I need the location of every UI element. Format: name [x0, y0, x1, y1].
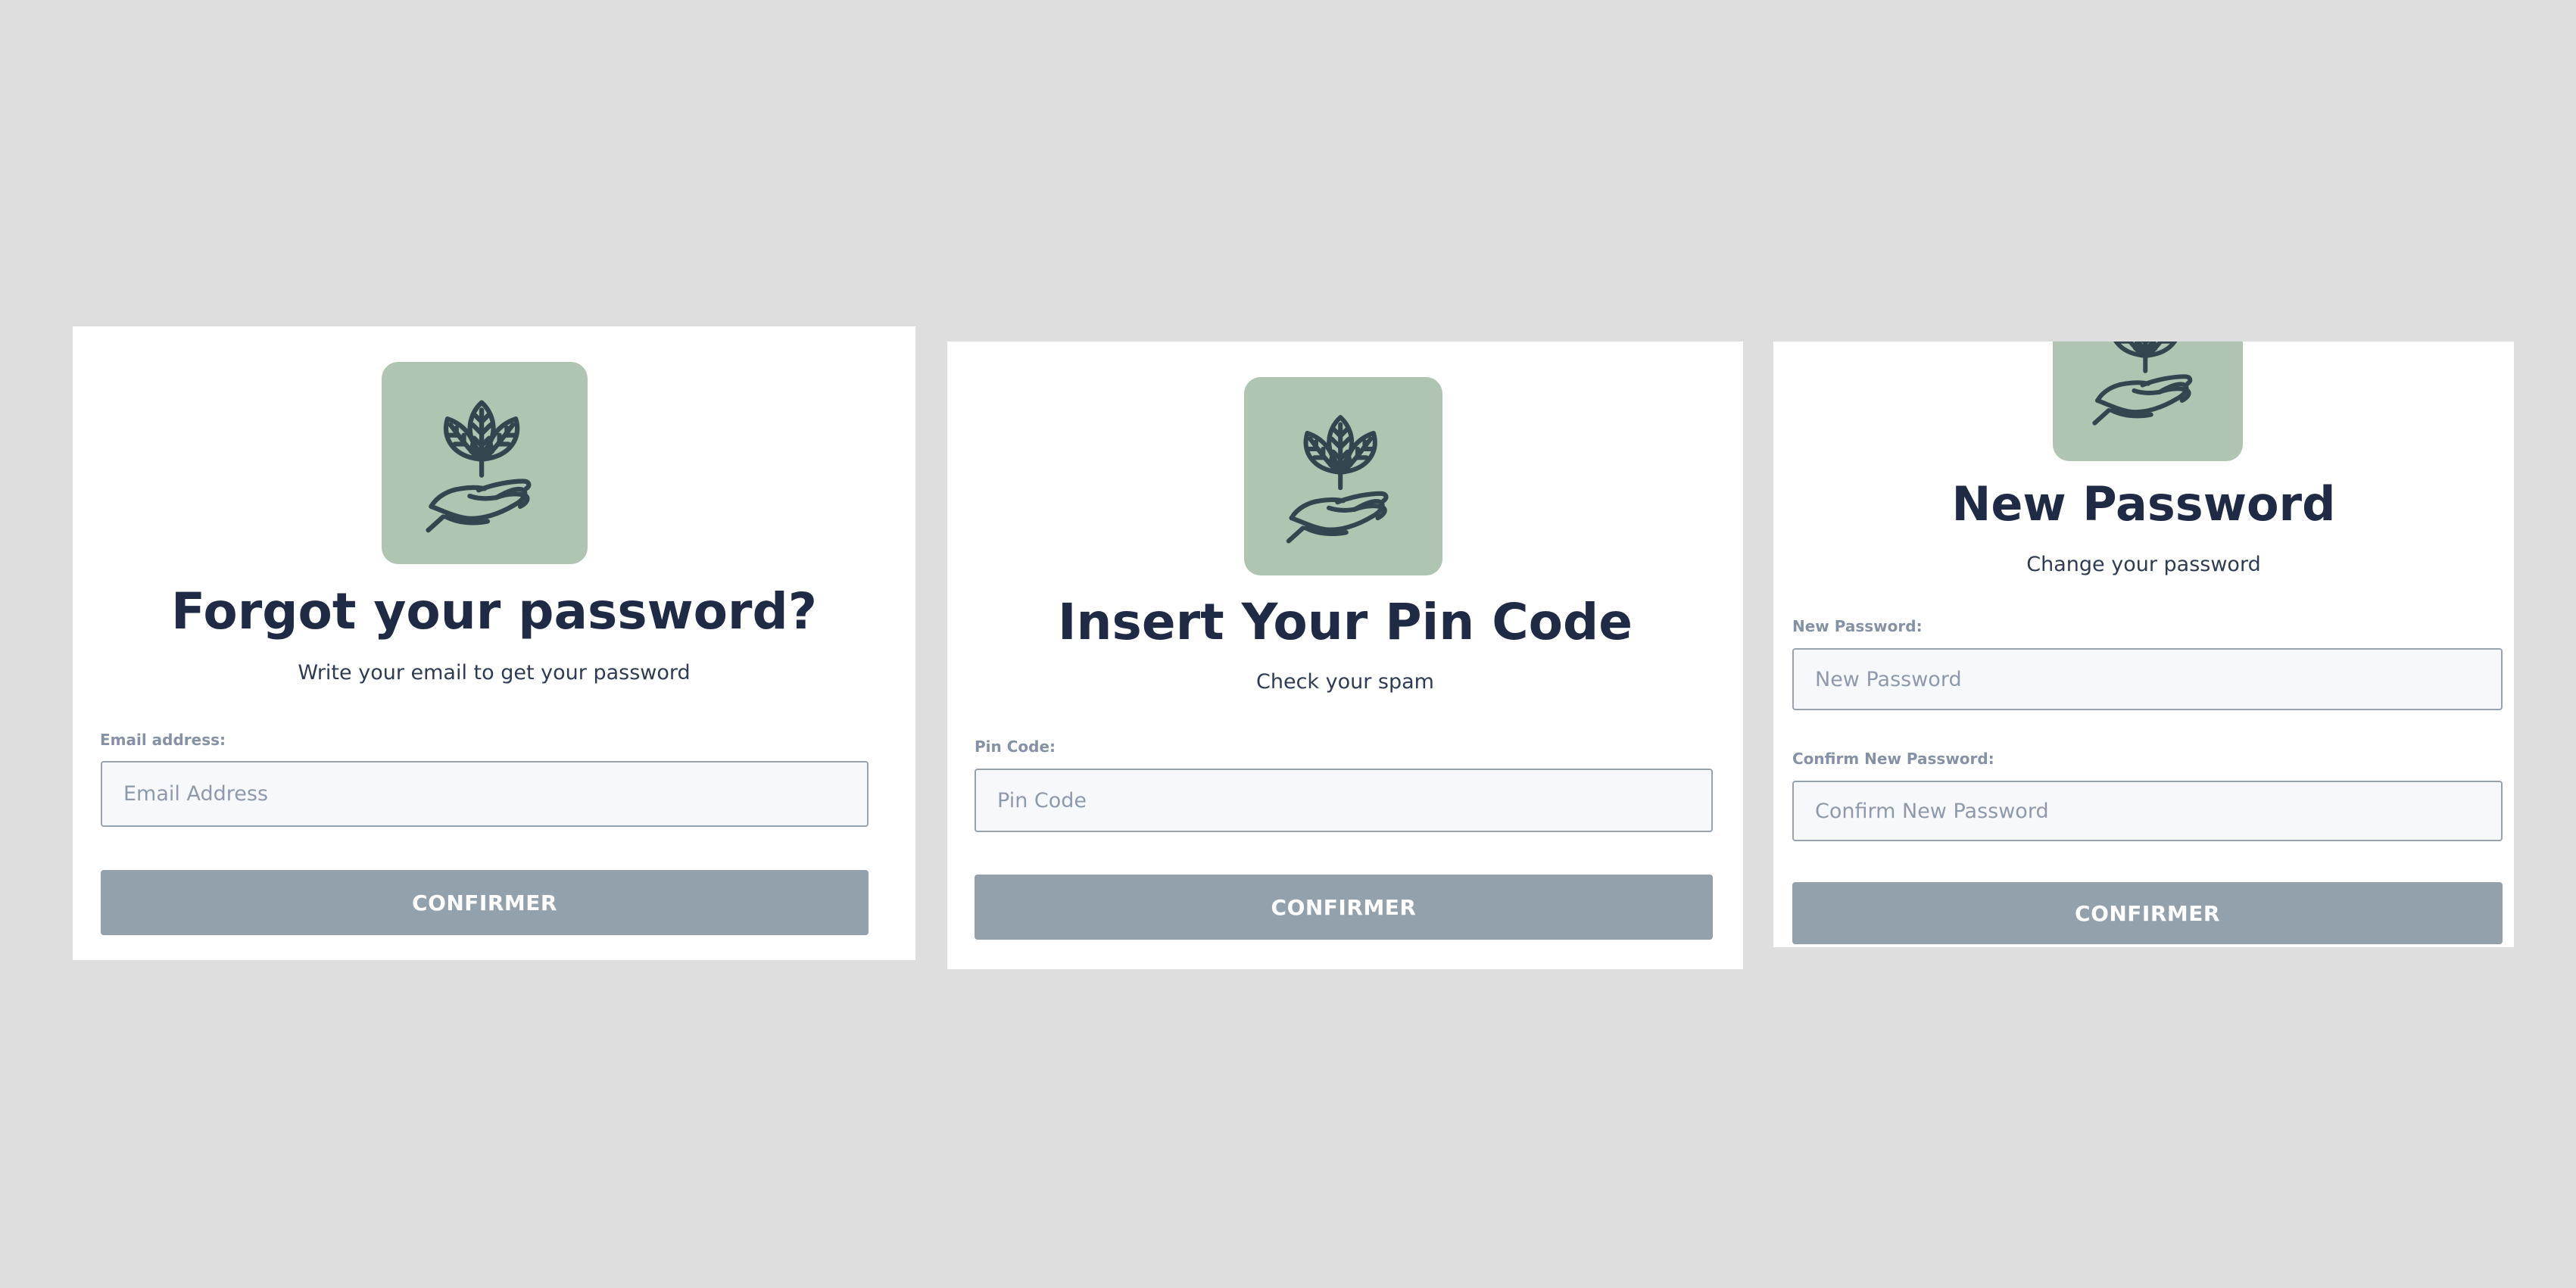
- forgot-password-card: Forgot your password? Write your email t…: [73, 326, 915, 960]
- page-title: Insert Your Pin Code: [1058, 593, 1633, 651]
- plant-in-hand-icon: [2078, 341, 2219, 430]
- email-label: Email address:: [100, 731, 226, 749]
- logo: [1244, 377, 1442, 575]
- page-subtitle: Change your password: [2026, 553, 2261, 576]
- page-title: New Password: [1951, 476, 2336, 532]
- plant-in-hand-icon: [410, 389, 559, 538]
- confirm-button[interactable]: CONFIRMER: [101, 870, 869, 935]
- email-field[interactable]: [101, 761, 869, 827]
- page-subtitle: Check your spam: [1256, 670, 1434, 694]
- pin-code-field[interactable]: [975, 769, 1713, 832]
- pin-code-label: Pin Code:: [975, 738, 1056, 756]
- pin-code-card: Insert Your Pin Code Check your spam Pin…: [947, 341, 1743, 969]
- confirm-password-label: Confirm New Password:: [1792, 750, 1994, 768]
- confirm-button[interactable]: CONFIRMER: [1792, 882, 2503, 944]
- plant-in-hand-icon: [1271, 404, 1415, 548]
- confirm-button[interactable]: CONFIRMER: [975, 875, 1713, 940]
- confirm-password-field[interactable]: [1792, 781, 2503, 841]
- page-title: Forgot your password?: [170, 582, 818, 641]
- page-subtitle: Write your email to get your password: [298, 661, 691, 685]
- logo: [382, 362, 588, 564]
- new-password-card: New Password Change your password New Pa…: [1773, 341, 2514, 947]
- new-password-field[interactable]: [1792, 648, 2503, 710]
- logo: [2053, 341, 2243, 461]
- new-password-label: New Password:: [1792, 617, 1923, 635]
